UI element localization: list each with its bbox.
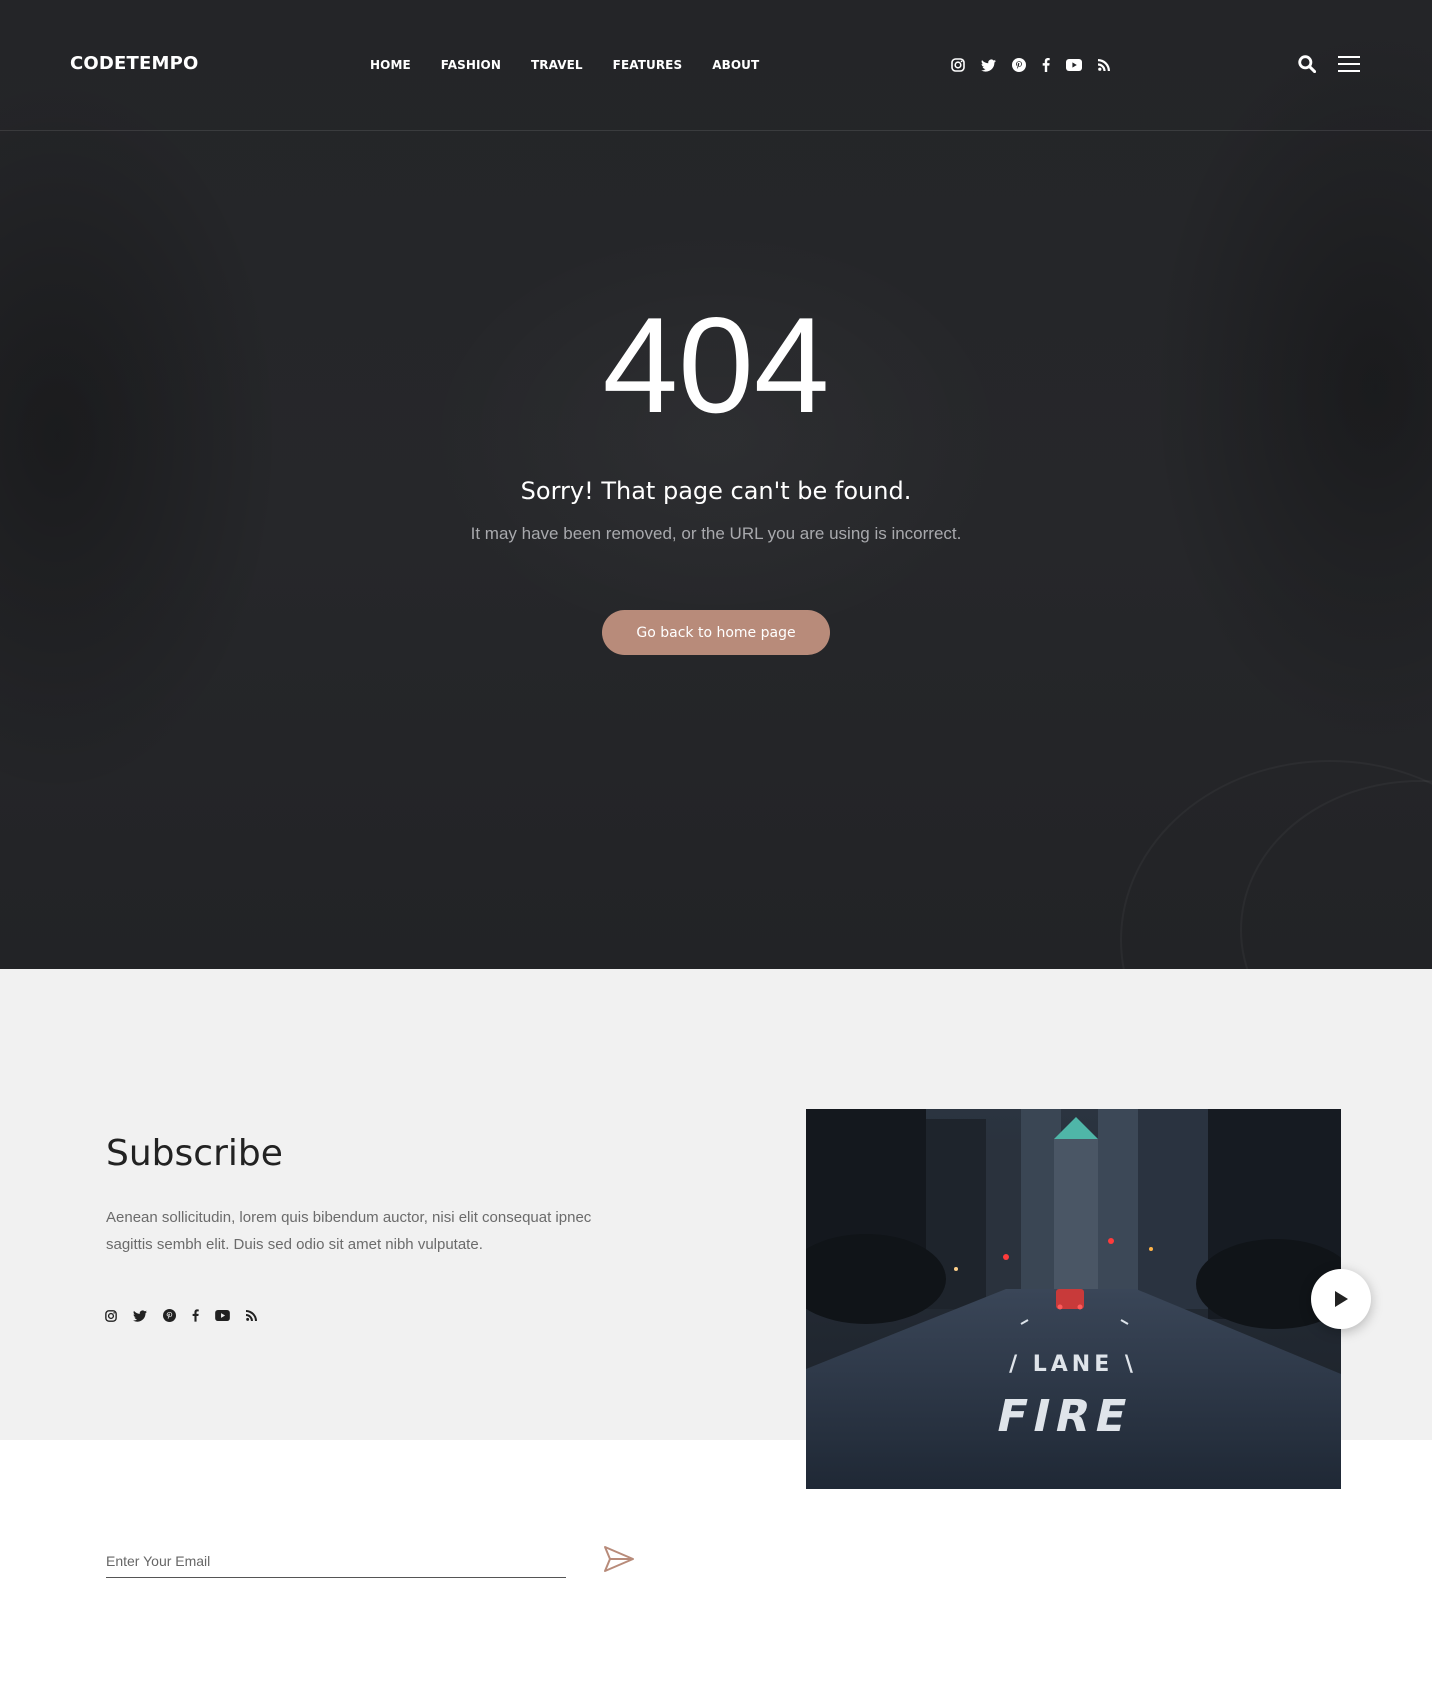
header-tools [1298,55,1360,78]
subscribe-title: Subscribe [106,1133,283,1174]
error-title: Sorry! That page can't be found. [520,477,912,505]
main-nav: HOME FASHION TRAVEL FEATURES ABOUT [370,58,759,72]
hero-section: CODETEMPO HOME FASHION TRAVEL FEATURES A… [0,0,1432,969]
youtube-icon[interactable] [215,1310,230,1321]
nav-about[interactable]: ABOUT [712,58,759,72]
rss-icon[interactable] [1098,59,1110,71]
email-field-wrapper [106,1538,566,1578]
subscribe-social-links [105,1309,257,1322]
back-home-button[interactable]: Go back to home page [602,610,830,655]
error-subtitle: It may have been removed, or the URL you… [470,524,962,543]
twitter-icon[interactable] [133,1309,147,1322]
nav-fashion[interactable]: FASHION [441,58,501,72]
send-icon[interactable] [603,1545,635,1573]
twitter-icon[interactable] [981,58,996,72]
site-logo[interactable]: CODETEMPO [70,53,199,74]
pinterest-icon[interactable] [163,1309,176,1322]
error-code: 404 [602,289,830,441]
subscribe-text: Aenean sollicitudin, lorem quis bibendum… [106,1209,592,1253]
instagram-icon[interactable] [105,1309,117,1322]
email-input[interactable] [106,1538,566,1577]
rss-icon[interactable] [246,1310,257,1321]
facebook-icon[interactable] [1042,58,1050,72]
road-text-fire: FIRE [992,1391,1137,1441]
video-play-button[interactable] [1311,1269,1371,1329]
youtube-icon[interactable] [1066,59,1082,71]
menu-icon[interactable] [1338,55,1360,78]
nav-features[interactable]: FEATURES [613,58,683,72]
instagram-icon[interactable] [951,58,965,72]
pinterest-icon[interactable] [1012,58,1026,72]
play-icon [1335,1291,1348,1307]
search-icon[interactable] [1298,55,1317,78]
nav-home[interactable]: HOME [370,58,411,72]
city-street-photo: / LANE \ FIRE [806,1109,1341,1489]
road-text-lane: / LANE \ [1009,1352,1137,1377]
site-header: CODETEMPO HOME FASHION TRAVEL FEATURES A… [0,0,1432,131]
header-social-links [951,58,1110,72]
nav-travel[interactable]: TRAVEL [531,58,583,72]
facebook-icon[interactable] [192,1309,199,1322]
